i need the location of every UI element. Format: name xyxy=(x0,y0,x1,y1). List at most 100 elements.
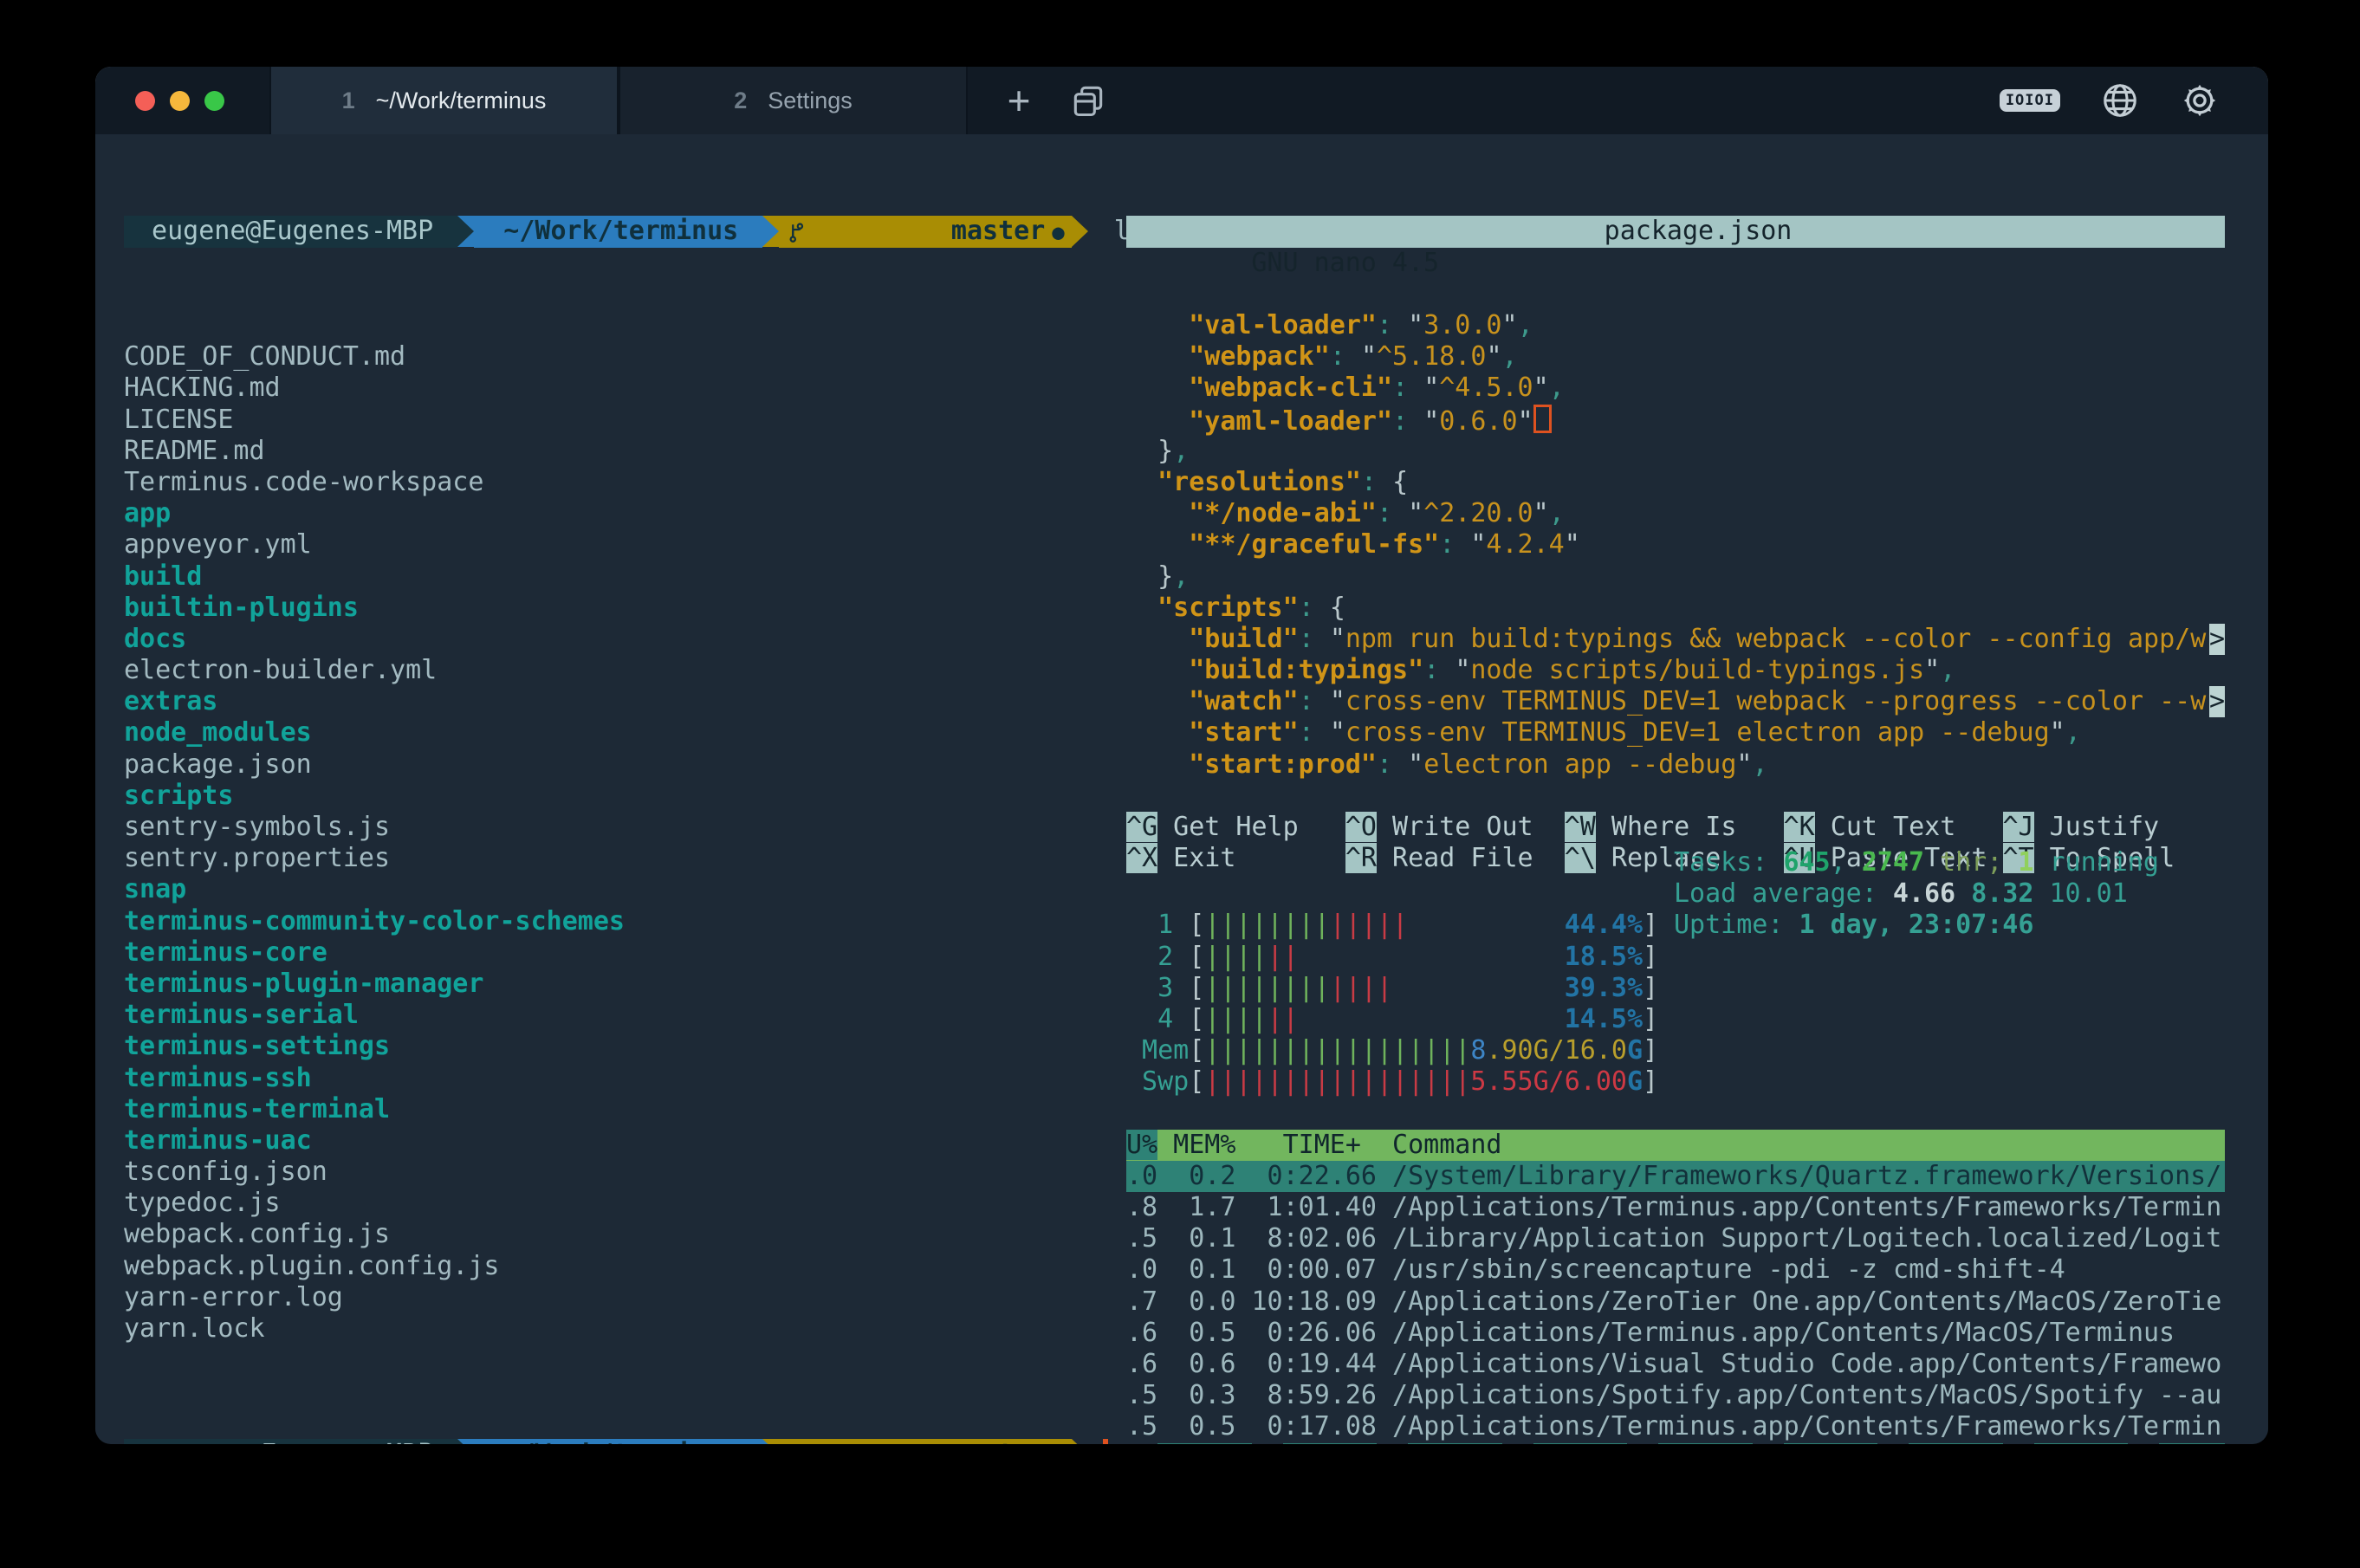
segment-nl: Justify xyxy=(2034,812,2160,842)
htop-line: .6 0.6 0:19.44 /Applications/Visual Stud… xyxy=(1126,1349,2225,1380)
segment-file: webpack.plugin.config.js xyxy=(124,1251,499,1281)
segment-val: node scripts/build-typings.js xyxy=(1470,655,1924,685)
nano-editor-line: "build": "npm run build:typings && webpa… xyxy=(1126,624,2225,655)
minimize-button[interactable] xyxy=(170,91,190,111)
segment-dir: extras xyxy=(124,686,217,716)
segment-pu: : xyxy=(1299,717,1330,748)
segment-key: "resolutions" xyxy=(1157,467,1361,497)
file-list-line: terminus-uac xyxy=(124,1125,1103,1157)
segment-q: " xyxy=(1330,686,1345,716)
segment-fl: Help xyxy=(1157,1443,1251,1444)
segment-pu: , xyxy=(1502,341,1518,372)
terminal-pane-htop[interactable]: 1 [||||||||||||| 44.4%] 2 [|||||| 18.5%]… xyxy=(1126,847,2225,1444)
segment-lab: 3 xyxy=(1126,973,1189,1003)
zoom-button[interactable] xyxy=(204,91,224,111)
htop-summary-line: Load average: 4.66 8.32 10.01 xyxy=(1674,878,2159,910)
segment-file: yarn.lock xyxy=(124,1313,265,1344)
segment-pu: : xyxy=(1377,498,1408,528)
segment-dir: snap xyxy=(124,874,186,904)
segment-pct: 39.3% xyxy=(1565,973,1643,1003)
segment-lab: 1 xyxy=(1126,910,1189,940)
segment-dir: scripts xyxy=(124,781,233,811)
globe-icon[interactable] xyxy=(2100,81,2140,120)
file-list-line: terminus-serial xyxy=(124,1000,1103,1031)
segment-file: CODE_OF_CONDUCT.md xyxy=(124,341,405,372)
segment-brk: [ xyxy=(1189,1066,1204,1097)
git-branch-icon xyxy=(788,158,944,306)
segment-q: " xyxy=(1361,341,1377,372)
segment-brk: ] xyxy=(1643,1004,1658,1034)
tab-title: Settings xyxy=(768,87,853,114)
segment-fl: Tree xyxy=(1658,1443,1752,1444)
prompt-git-segment: master ● xyxy=(779,1439,1071,1444)
segment-tw: 4.66 xyxy=(1893,878,1971,909)
file-list-line: package.json xyxy=(124,749,1103,781)
terminal-pane-left[interactable]: eugene@Eugenes-MBP ~/Work/terminus maste… xyxy=(124,153,1103,1444)
htop-line: U% MEM% TIME+ Command xyxy=(1126,1130,2225,1161)
segment-nk: ^W xyxy=(1565,812,1596,842)
htop-line: .5 0.5 0:17.08 /Applications/Terminus.ap… xyxy=(1126,1411,2225,1442)
segment-br: { xyxy=(1392,467,1408,497)
segment-nl: Get Help xyxy=(1157,812,1345,842)
segment-sp xyxy=(1126,1098,1142,1129)
segment-sp xyxy=(1126,655,1189,685)
prompt-git-segment: master ● xyxy=(779,216,1071,247)
segment-pct: 44.4% xyxy=(1565,910,1643,940)
file-list-line: terminus-community-color-schemes xyxy=(124,906,1103,937)
segment-lab: Mem xyxy=(1126,1035,1189,1066)
segment-q: " xyxy=(1408,310,1423,340)
toolbar-icons: IOIOI xyxy=(2000,67,2268,134)
file-list-line: docs xyxy=(124,624,1103,655)
file-list-line: extras xyxy=(124,686,1103,717)
segment-row: .8 1.7 1:01.40 /Applications/Terminus.ap… xyxy=(1126,1192,2221,1222)
htop-line: .5 0.3 8:59.26 /Applications/Spotify.app… xyxy=(1126,1380,2225,1411)
htop-summary-line: Uptime: 1 day, 23:07:46 xyxy=(1674,910,2159,941)
segment-sp xyxy=(1126,593,1157,623)
htop-line: 2 [|||||| 18.5%] xyxy=(1126,942,2225,973)
segment-mb: 8 xyxy=(1470,1035,1486,1066)
segment-pu: , xyxy=(1518,310,1533,340)
close-button[interactable] xyxy=(135,91,155,111)
segment-q: " xyxy=(1330,717,1345,748)
htop-line: .7 0.0 10:18.09 /Applications/ZeroTier O… xyxy=(1126,1286,2225,1318)
segment-fill xyxy=(1299,942,1565,972)
nano-buffer: "val-loader": "3.0.0", "webpack": "^5.18… xyxy=(1126,310,2225,874)
segment-dir: terminus-core xyxy=(124,937,327,968)
segment-nl: Cut Text xyxy=(1815,812,2003,842)
tab-work-terminus[interactable]: 1 ~/Work/terminus xyxy=(269,67,619,134)
settings-gear-icon[interactable] xyxy=(2180,81,2220,120)
segment-bg: |||| xyxy=(1204,942,1267,972)
segment-dir: terminus-terminal xyxy=(124,1094,390,1124)
segment-bg: ||||||||||||||||| xyxy=(1204,1035,1470,1066)
file-list-line: electron-builder.yml xyxy=(124,655,1103,686)
new-tab-button[interactable]: + xyxy=(980,67,1058,134)
htop-line: .8 1.7 1:01.40 /Applications/Terminus.ap… xyxy=(1126,1192,2225,1223)
segment-pu: : xyxy=(1299,686,1330,716)
segment-fill xyxy=(1408,910,1565,940)
segment-q: " xyxy=(1423,373,1439,403)
duplicate-tab-button[interactable] xyxy=(1058,67,1118,134)
terminal-pane-nano[interactable]: GNU nano 4.5 package.json "val-loader": … xyxy=(1126,153,2225,937)
segment-file: HACKING.md xyxy=(124,373,281,403)
tab-settings[interactable]: 2 Settings xyxy=(619,67,968,134)
segment-key: "webpack-cli" xyxy=(1189,373,1392,403)
htop-line: 3 [|||||||||||| 39.3%] xyxy=(1126,973,2225,1004)
serial-console-icon[interactable]: IOIOI xyxy=(2000,89,2060,112)
segment-brk: [ xyxy=(1189,973,1204,1003)
segment-file: sentry.properties xyxy=(124,843,390,873)
segment-val: npm run build:typings && webpack --color… xyxy=(1345,624,2206,654)
file-list-line: sentry-symbols.js xyxy=(124,812,1103,843)
segment-q: " xyxy=(1502,310,1518,340)
segment-sp xyxy=(1126,467,1157,497)
git-branch-name: master xyxy=(951,1439,1045,1444)
segment-file: electron-builder.yml xyxy=(124,655,437,685)
segment-mgb: G xyxy=(1627,1066,1643,1097)
nano-editor-line: "start:prod": "electron app --debug", xyxy=(1126,749,2225,781)
segment-q: " xyxy=(2050,717,2065,748)
segment-pct: 14.5% xyxy=(1565,1004,1643,1034)
file-list-line: builtin-plugins xyxy=(124,593,1103,624)
segment-fk: F5 xyxy=(1627,1443,1658,1444)
segment-brk: ] xyxy=(1643,942,1658,972)
segment-lab: 10.01 xyxy=(2050,878,2128,909)
screen: { "window": { "tabs": [ {"index": "1", "… xyxy=(0,0,2360,1568)
